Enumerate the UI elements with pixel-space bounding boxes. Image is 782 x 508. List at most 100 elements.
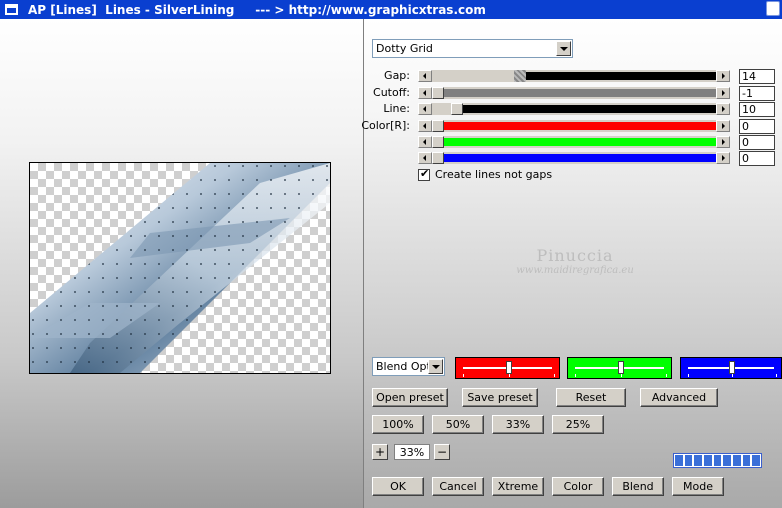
param-value-input[interactable]: 0 — [739, 151, 775, 166]
color-slider-knob[interactable] — [618, 361, 624, 374]
chevron-left-icon[interactable] — [418, 103, 432, 115]
zoom-50-button[interactable]: 50% — [432, 415, 484, 434]
zoom-in-button[interactable]: + — [372, 444, 388, 460]
watermark: Pinuccia www.maidiregrafica.eu — [505, 246, 645, 276]
cancel-button[interactable]: Cancel — [432, 477, 484, 496]
param-slider[interactable] — [418, 87, 730, 99]
color-slider-tick — [776, 374, 777, 377]
chevron-right-icon[interactable] — [716, 103, 730, 115]
title-bar: AP [Lines] Lines - SilverLining --- > ht… — [0, 0, 782, 19]
zoom-out-button[interactable]: − — [434, 444, 450, 460]
color-slider-tick — [621, 374, 622, 377]
slider-track[interactable] — [432, 70, 716, 82]
param-label: Gap: — [384, 69, 410, 82]
zoom-value: 33% — [394, 444, 430, 460]
preset-select[interactable]: Dotty Grid — [372, 39, 573, 58]
mode-button[interactable]: Mode — [672, 477, 724, 496]
slider-thumb[interactable] — [432, 136, 444, 148]
progress-segment — [684, 455, 693, 466]
color-slider[interactable] — [455, 357, 560, 379]
progress-segment — [742, 455, 751, 466]
color-slider-tick — [575, 374, 576, 377]
chevron-right-icon[interactable] — [716, 120, 730, 132]
param-label: Line: — [383, 102, 410, 115]
open-preset-button[interactable]: Open preset — [372, 388, 448, 407]
param-value-input[interactable]: 10 — [739, 102, 775, 117]
progress-segment — [752, 455, 761, 466]
slider-fill — [444, 89, 716, 97]
chevron-left-icon[interactable] — [418, 70, 432, 82]
progress-segment — [723, 455, 732, 466]
chevron-left-icon[interactable] — [418, 152, 432, 164]
slider-thumb[interactable] — [514, 70, 526, 82]
slider-thumb[interactable] — [432, 87, 444, 99]
slider-fill — [444, 122, 716, 130]
blend-select[interactable]: Blend Optio — [372, 357, 445, 376]
param-value-input[interactable]: 0 — [739, 119, 775, 134]
color-slider-tick — [509, 374, 510, 377]
color-slider-tick — [554, 374, 555, 377]
ok-button[interactable]: OK — [372, 477, 424, 496]
param-slider[interactable] — [418, 70, 730, 82]
advanced-button[interactable]: Advanced — [640, 388, 718, 407]
chevron-right-icon[interactable] — [716, 87, 730, 99]
color-slider-knob[interactable] — [506, 361, 512, 374]
slider-thumb[interactable] — [451, 103, 463, 115]
color-slider[interactable] — [567, 357, 672, 379]
zoom-100-button[interactable]: 100% — [372, 415, 424, 434]
color-button[interactable]: Color — [552, 477, 604, 496]
param-slider[interactable] — [418, 136, 730, 148]
param-value-input[interactable]: 0 — [739, 135, 775, 150]
color-slider-knob[interactable] — [729, 361, 735, 374]
param-label: Cutoff: — [373, 86, 410, 99]
reset-button[interactable]: Reset — [556, 388, 626, 407]
slider-track[interactable] — [432, 152, 716, 164]
chevron-down-icon[interactable] — [428, 359, 443, 374]
color-slider-tick — [688, 374, 689, 377]
progress-segment — [704, 455, 712, 466]
chevron-left-icon[interactable] — [418, 87, 432, 99]
zoom-33-button[interactable]: 33% — [492, 415, 544, 434]
progress-segment — [713, 455, 722, 466]
blend-button[interactable]: Blend — [612, 477, 664, 496]
slider-fill — [444, 138, 716, 146]
param-slider[interactable] — [418, 152, 730, 164]
color-slider-tick — [732, 374, 733, 377]
dot-grid — [30, 163, 330, 373]
chevron-left-icon[interactable] — [418, 120, 432, 132]
zoom-25-button[interactable]: 25% — [552, 415, 604, 434]
progress-segment — [694, 455, 703, 466]
slider-track[interactable] — [432, 136, 716, 148]
chevron-right-icon[interactable] — [716, 152, 730, 164]
progress-segment — [733, 455, 741, 466]
slider-thumb[interactable] — [432, 120, 444, 132]
window-menu-icon[interactable] — [5, 4, 18, 15]
slider-track[interactable] — [432, 120, 716, 132]
color-slider[interactable] — [680, 357, 782, 379]
param-slider[interactable] — [418, 120, 730, 132]
create-lines-checkbox[interactable] — [418, 167, 430, 181]
slider-track[interactable] — [432, 87, 716, 99]
param-slider[interactable] — [418, 103, 730, 115]
xtreme-button[interactable]: Xtreme — [492, 477, 544, 496]
progress-segment — [675, 455, 683, 466]
window-title: AP [Lines] Lines - SilverLining --- > ht… — [28, 2, 486, 17]
chevron-right-icon[interactable] — [716, 136, 730, 148]
preview-image[interactable] — [29, 162, 331, 374]
slider-fill — [526, 72, 716, 80]
blend-select-value: Blend Optio — [376, 360, 428, 373]
slider-thumb[interactable] — [432, 152, 444, 164]
progress-indicator — [673, 453, 762, 468]
chevron-down-icon[interactable] — [556, 41, 571, 56]
save-preset-button[interactable]: Save preset — [462, 388, 538, 407]
slider-track[interactable] — [432, 103, 716, 115]
color-slider-tick — [463, 374, 464, 377]
watermark-name: Pinuccia — [536, 246, 614, 265]
color-slider-tick — [666, 374, 667, 377]
chevron-right-icon[interactable] — [716, 70, 730, 82]
param-value-input[interactable]: -1 — [739, 86, 775, 101]
param-value-input[interactable]: 14 — [739, 69, 775, 84]
preset-select-value: Dotty Grid — [376, 42, 433, 55]
close-icon[interactable] — [766, 1, 780, 16]
chevron-left-icon[interactable] — [418, 136, 432, 148]
